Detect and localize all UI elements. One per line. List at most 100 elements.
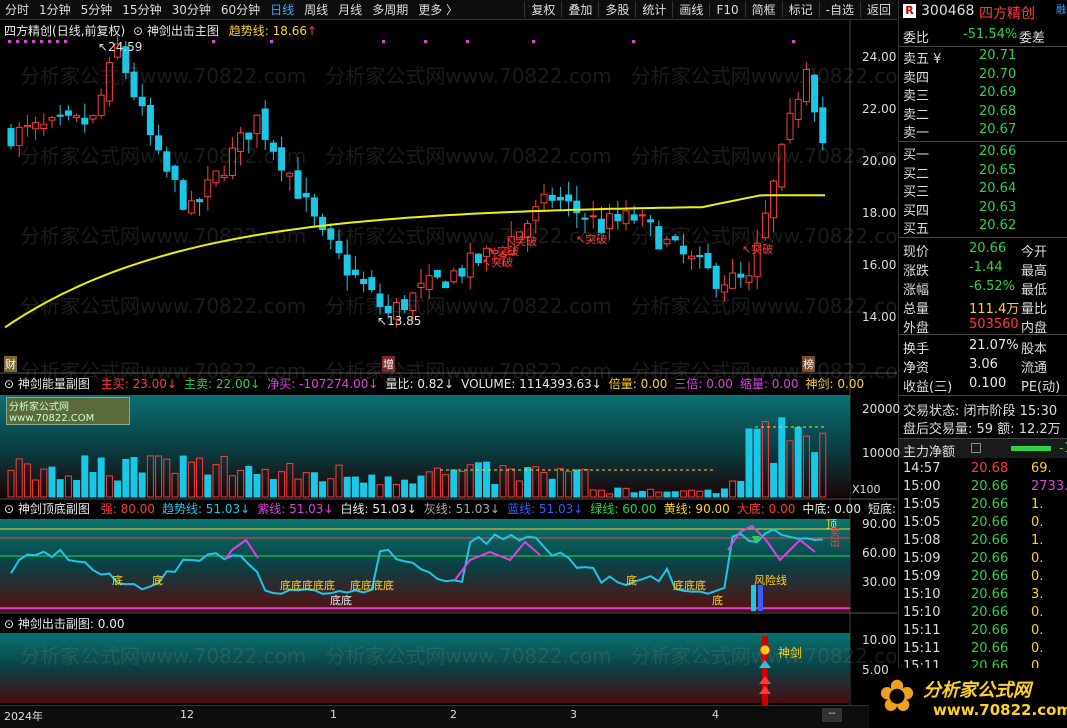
candle-body [532,206,540,221]
candle-body [89,115,97,120]
indicator-field: 灰线: 51.03↓ [423,502,501,516]
toolbar-button[interactable]: 多股 [598,1,635,18]
strike-panel-name[interactable]: 神剑出击副图 [18,617,90,631]
bid-row[interactable]: 买三 20.64 [899,181,1067,200]
toolbar-button[interactable]: 简框 [744,1,782,18]
candle-body [466,252,474,278]
tick-price: 20.66 [971,497,1009,512]
period-tab[interactable]: 15分钟 [117,1,166,18]
stat-row: 净资 3.06 流通 [899,357,1067,376]
toolbar-button[interactable]: F10 [709,2,744,17]
level-price: 20.70 [979,66,1017,82]
toolbar-button[interactable]: 叠加 [561,1,598,18]
indicator-field: 三倍: 0.00 [674,377,733,391]
period-tab[interactable]: 多周期 [367,1,413,18]
level-price: 20.66 [979,144,1017,159]
ask-row[interactable]: 卖四 20.70 [899,66,1067,86]
ask-row[interactable]: 卖五 ¥ 20.71 [899,48,1067,67]
candle-body [138,96,146,107]
toolbar-button[interactable]: 画线 [672,1,709,18]
toolbar-button[interactable]: 返回 [859,1,897,18]
stock-name-right: 四方精创 [979,6,1035,22]
main-flow-row[interactable]: 主力净额 -1 [899,438,1067,460]
strike-value: : 0.00 [89,617,125,631]
scroll-toggle[interactable]: -- [822,708,842,722]
level-label: 买五 [903,222,930,237]
signal-dot [64,40,67,43]
candle-body [450,270,458,283]
period-tab[interactable]: 5分钟 [76,1,118,18]
tick-volume: 2733. [1031,479,1067,494]
period-tab[interactable]: 1分钟 [34,1,76,18]
candle-body [253,114,261,135]
bottom-mark: 底底底 [673,579,706,592]
stat-label: PE(动) [1021,380,1061,395]
candle-body [245,132,253,140]
energy-panel-name[interactable]: 神剑能量副图 [18,377,90,391]
y-tick-label: 24.00 [862,50,897,64]
stat-label: 流通 [1021,361,1048,376]
tick-time: 15:11 [903,623,941,638]
level-price: 20.64 [979,181,1017,196]
toolbar-button[interactable]: 统计 [635,1,672,18]
tick-time: 15:10 [903,605,941,620]
y-tick-label: 10.00 [862,633,897,647]
toolbar-button[interactable]: 复权 [524,1,561,18]
level-label: 卖一 [903,126,930,141]
stat-value: 503560 [969,317,1019,332]
x-tick-label: 4 [712,708,719,721]
ask-row[interactable]: 卖一 20.67 [899,122,1067,141]
candle-body [638,214,646,217]
tick-price: 20.66 [971,515,1009,530]
candle-body [573,200,581,214]
indicator-field: 中底: 0.00 [802,502,861,516]
toolbar-button[interactable]: 标记 [781,1,819,18]
bid-row[interactable]: 买一 20.66 [899,144,1067,163]
candle-body [220,174,228,179]
settings-icon[interactable]: ⊙ [4,617,14,631]
tick-price: 20.66 [971,551,1009,566]
volume-bar [179,455,187,498]
period-tab[interactable]: 分时 [0,1,34,18]
period-tab[interactable]: 30分钟 [167,1,216,18]
stat-value: 20.66 [969,241,1007,256]
volume-bar [384,476,392,498]
toolbar-button[interactable]: -自选 [818,1,860,18]
candle-body [146,104,154,136]
candle-body [770,180,778,219]
level-price: 20.67 [979,122,1017,137]
volume-bar [204,474,212,498]
tick-volume: 0. [1031,569,1044,584]
volume-bar [548,478,556,498]
bid-row[interactable]: 买四 20.63 [899,200,1067,219]
ask-row[interactable]: 卖三 20.69 [899,85,1067,104]
level-label: 买一 [903,148,930,163]
topbottom-panel-name[interactable]: 神剑顶底副图 [18,502,90,516]
candle-body [737,273,745,278]
bid-row[interactable]: 买五 20.62 [899,218,1067,237]
tick-row: 15:09 20.66 0. [899,551,1067,569]
tick-row: 15:11 20.66 0. [899,641,1067,659]
signal-dot [212,40,215,43]
period-tab[interactable]: 日线 [265,1,299,18]
dropdown-icon[interactable] [971,443,981,453]
indicator-field: 主买: 23.00↓ [100,377,178,391]
level-price: 20.69 [979,85,1017,100]
candle-body [704,253,712,269]
y-tick-label: 20.00 [862,154,897,168]
period-tab[interactable]: 周线 [299,1,333,18]
period-tab[interactable]: 更多 〉 [413,1,463,18]
stat-row: 总量 111.4万 量比 [899,298,1067,317]
settings-icon[interactable]: ⊙ [4,377,14,391]
volume-bar [720,488,728,498]
ask-row[interactable]: 卖二 20.68 [899,104,1067,123]
period-tab[interactable]: 月线 [333,1,367,18]
bid-row[interactable]: 买二 20.65 [899,163,1067,182]
candle-body [360,278,368,284]
settings-icon[interactable]: ⊙ [4,502,14,516]
period-tab[interactable]: 60分钟 [216,1,265,18]
tick-time: 15:00 [903,479,941,494]
volume-bar [483,461,491,498]
candle-body [688,255,696,260]
stat-row: 现价 20.66 今开 [899,241,1067,260]
